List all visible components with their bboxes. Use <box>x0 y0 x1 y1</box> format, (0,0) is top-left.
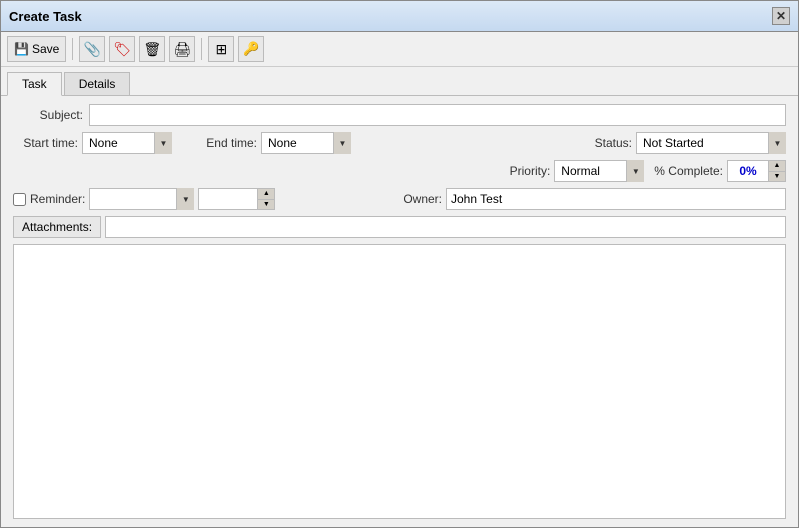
tab-task-label: Task <box>22 77 47 91</box>
end-time-wrapper: None 12:00 AM 6:00 AM 12:00 PM ▼ <box>261 132 351 154</box>
time-section: Start time: None 12:00 AM 6:00 AM 12:00 … <box>13 132 351 154</box>
reminder-select-wrapper: ▼ <box>89 188 194 210</box>
owner-input[interactable] <box>446 188 786 210</box>
start-time-label: Start time: <box>13 136 78 150</box>
pct-complete-input[interactable] <box>727 160 769 182</box>
end-time-select[interactable]: None 12:00 AM 6:00 AM 12:00 PM <box>261 132 351 154</box>
tab-details[interactable]: Details <box>64 72 131 96</box>
tabs-bar: Task Details <box>1 67 798 96</box>
save-button[interactable]: 💾 Save <box>7 36 66 62</box>
attachments-field <box>105 216 786 238</box>
columns-button[interactable]: ⊞ <box>208 36 234 62</box>
create-task-window: Create Task ✕ 💾 Save 📎 🏷 🗑 🖨 ⊞ 🔑 <box>0 0 799 528</box>
save-icon: 💾 <box>14 42 29 56</box>
pct-input-wrapper: ▲ ▼ <box>727 160 786 182</box>
reminder-time-wrapper: ▲ ▼ <box>198 188 275 210</box>
status-label: Status: <box>595 136 632 150</box>
reminder-time-input[interactable] <box>198 188 258 210</box>
close-button[interactable]: ✕ <box>772 7 790 25</box>
delete-icon: 🗑 <box>143 41 161 58</box>
reminder-label: Reminder: <box>30 192 85 206</box>
priority-label: Priority: <box>510 164 551 178</box>
owner-section: Owner: <box>403 188 786 210</box>
priority-group: Priority: Low Normal High ▼ <box>510 160 645 182</box>
attachments-button[interactable]: Attachments: <box>13 216 101 238</box>
priority-select-wrapper: Low Normal High ▼ <box>554 160 644 182</box>
start-time-select[interactable]: None 12:00 AM 6:00 AM 12:00 PM <box>82 132 172 154</box>
reminder-time-decrease-button[interactable]: ▼ <box>258 200 274 210</box>
status-section: Status: Not Started In Progress Complete… <box>595 132 786 154</box>
tag-icon: 🏷 <box>113 41 131 58</box>
toolbar-separator-1 <box>72 38 73 60</box>
toolbar: 💾 Save 📎 🏷 🗑 🖨 ⊞ 🔑 <box>1 32 798 67</box>
pct-decrease-button[interactable]: ▼ <box>769 172 785 182</box>
reminder-row: Reminder: ▼ ▲ ▼ <box>13 188 275 210</box>
tab-task[interactable]: Task <box>7 72 62 96</box>
priority-pct-section: Priority: Low Normal High ▼ % Complete: <box>510 160 786 182</box>
reminder-time-increase-button[interactable]: ▲ <box>258 189 274 200</box>
attachments-row: Attachments: <box>13 216 786 238</box>
tab-details-label: Details <box>79 77 116 91</box>
delete-button[interactable]: 🗑 <box>139 36 165 62</box>
status-select-wrapper: Not Started In Progress Completed Waitin… <box>636 132 786 154</box>
reminder-checkbox[interactable] <box>13 193 26 206</box>
status-group: Status: Not Started In Progress Complete… <box>595 132 786 154</box>
pct-spinner: ▲ ▼ <box>769 160 786 182</box>
print-icon: 🖨 <box>173 41 191 58</box>
form-content: Subject: Start time: None 12:00 AM 6:00 … <box>1 96 798 527</box>
subject-row: Subject: <box>13 104 786 126</box>
reminder-owner-row: Reminder: ▼ ▲ ▼ Owner: <box>13 188 786 210</box>
title-bar: Create Task ✕ <box>1 1 798 32</box>
link-button[interactable]: 🔑 <box>238 36 264 62</box>
time-status-row: Start time: None 12:00 AM 6:00 AM 12:00 … <box>13 132 786 154</box>
pct-complete-group: % Complete: ▲ ▼ <box>654 160 786 182</box>
priority-row: Priority: Low Normal High ▼ % Complete: <box>13 160 786 182</box>
columns-icon: ⊞ <box>215 41 227 58</box>
tag-button[interactable]: 🏷 <box>109 36 135 62</box>
toolbar-separator-2 <box>201 38 202 60</box>
pct-complete-label: % Complete: <box>654 164 723 178</box>
start-time-wrapper: None 12:00 AM 6:00 AM 12:00 PM ▼ <box>82 132 172 154</box>
end-time-label: End time: <box>192 136 257 150</box>
status-select[interactable]: Not Started In Progress Completed Waitin… <box>636 132 786 154</box>
attach-icon: 📎 <box>84 41 101 58</box>
reminder-select[interactable] <box>89 188 194 210</box>
owner-label: Owner: <box>403 192 442 206</box>
attachments-label: Attachments: <box>22 220 92 234</box>
start-time-group: Start time: None 12:00 AM 6:00 AM 12:00 … <box>13 132 172 154</box>
notes-textarea[interactable] <box>13 244 786 519</box>
link-icon: 🔑 <box>243 41 259 57</box>
subject-input[interactable] <box>89 104 786 126</box>
attach-button[interactable]: 📎 <box>79 36 105 62</box>
subject-label: Subject: <box>13 108 83 122</box>
save-label: Save <box>32 42 59 56</box>
print-button[interactable]: 🖨 <box>169 36 195 62</box>
reminder-time-spinner: ▲ ▼ <box>258 188 275 210</box>
priority-select[interactable]: Low Normal High <box>554 160 644 182</box>
pct-increase-button[interactable]: ▲ <box>769 161 785 172</box>
window-title: Create Task <box>9 9 82 24</box>
end-time-group: End time: None 12:00 AM 6:00 AM 12:00 PM… <box>192 132 351 154</box>
